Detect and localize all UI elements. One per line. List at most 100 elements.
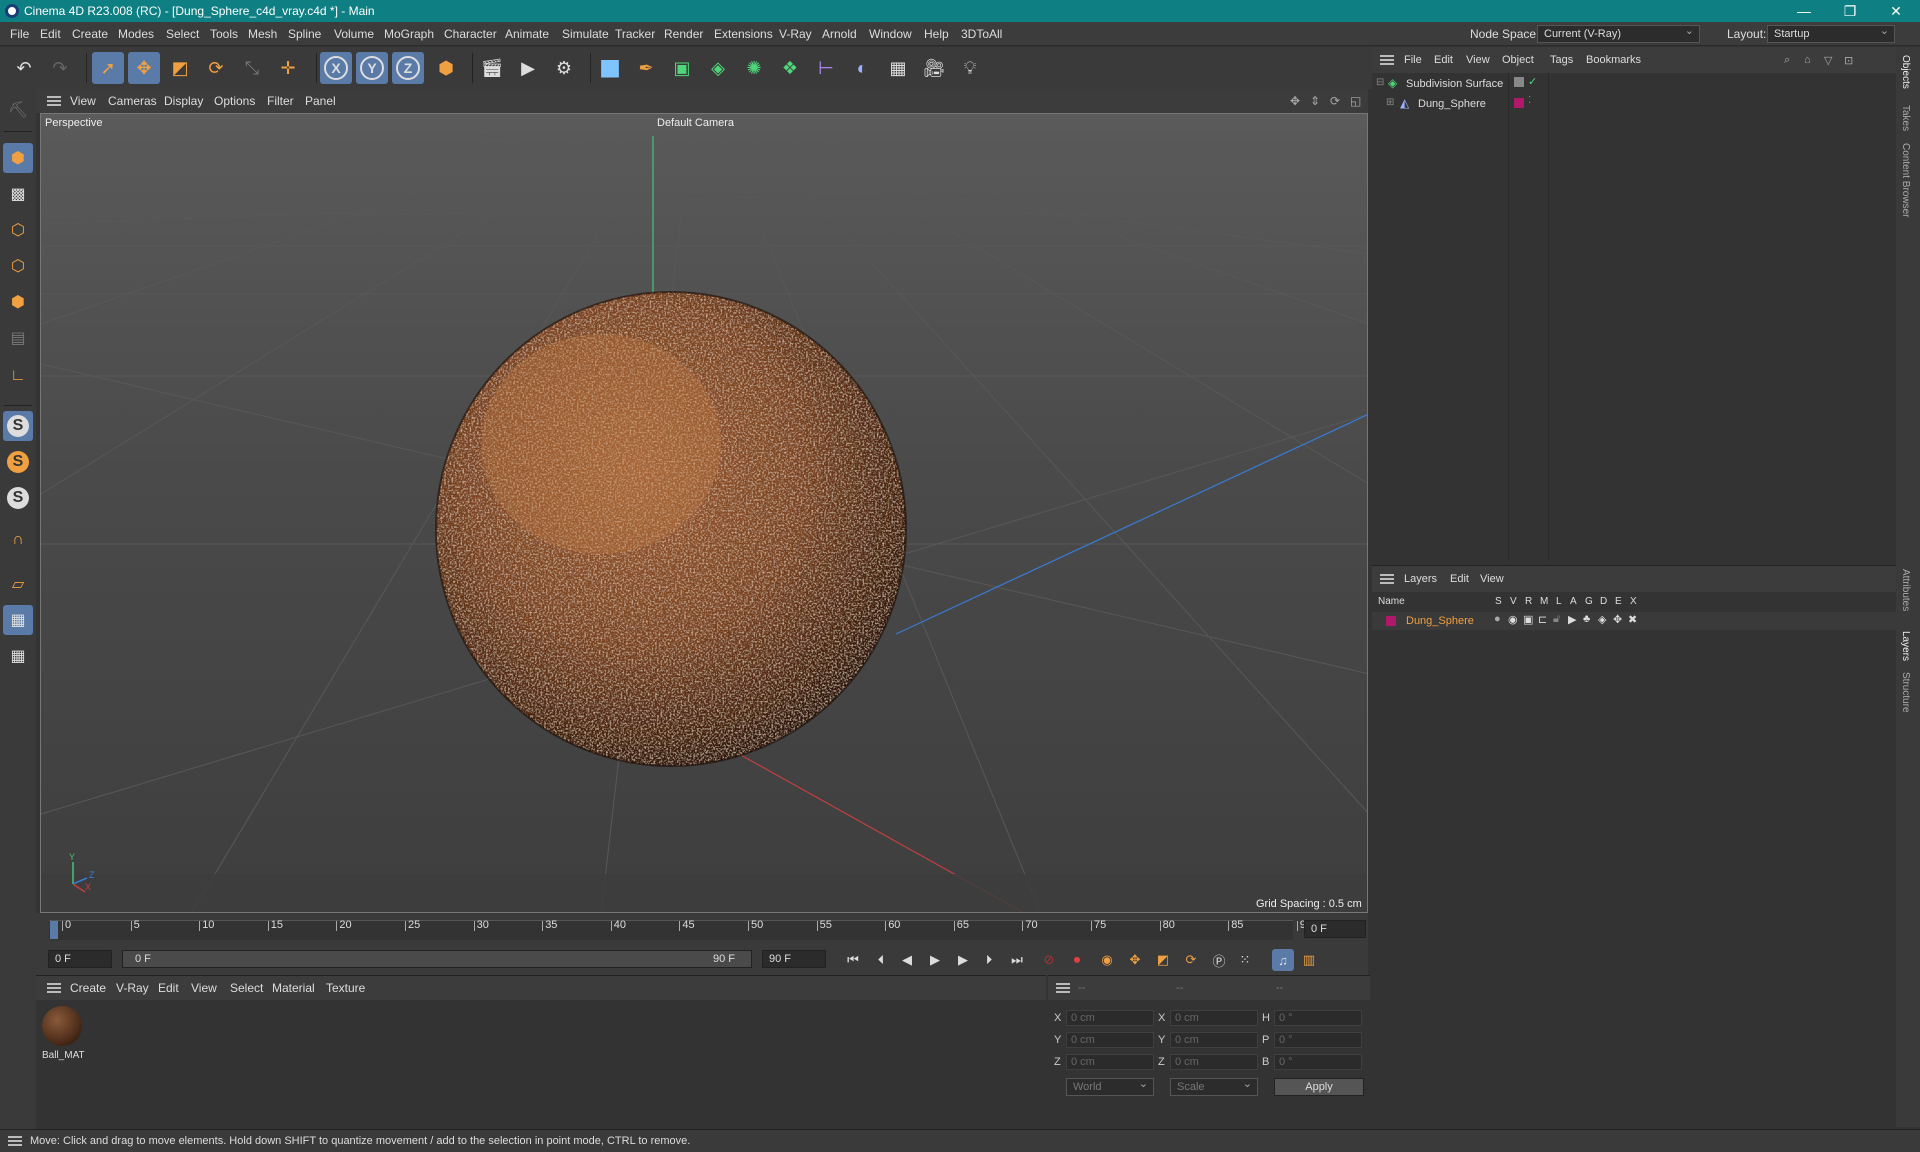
layer-name[interactable]: Dung_Sphere xyxy=(1406,615,1474,627)
uv-mode-button[interactable]: ▤ xyxy=(3,323,33,353)
layer-eye-icon[interactable]: ◉ xyxy=(1508,613,1518,626)
layer-menu-layers[interactable]: Layers xyxy=(1404,573,1437,585)
menu-mesh[interactable]: Mesh xyxy=(248,27,277,41)
viewport-dolly-icon[interactable]: ⇕ xyxy=(1310,94,1320,108)
layer-generator-icon[interactable]: ♣ xyxy=(1583,613,1590,625)
object-menu-tags[interactable]: Tags xyxy=(1550,54,1573,66)
snap-enable-button[interactable]: S xyxy=(3,411,33,441)
size-x-field[interactable]: 0 cm xyxy=(1170,1010,1258,1026)
camera-name[interactable]: Default Camera xyxy=(657,117,734,129)
size-z-field[interactable]: 0 cm xyxy=(1170,1054,1258,1070)
minimize-button[interactable]: — xyxy=(1784,1,1824,21)
enabled-check-icon[interactable]: ✓ xyxy=(1528,75,1537,88)
layer-solo-icon[interactable]: ● xyxy=(1494,613,1501,625)
restore-button[interactable]: ❐ xyxy=(1830,1,1870,21)
add-cube-button[interactable]: ⬛︎ xyxy=(594,52,626,84)
material-swatch-ball-mat[interactable] xyxy=(42,1006,82,1046)
object-menu-icon[interactable] xyxy=(1380,55,1394,65)
lock-z-axis-button[interactable]: Z xyxy=(392,52,424,84)
material-menu-material[interactable]: Material xyxy=(272,981,315,995)
tab-attributes[interactable]: Attributes xyxy=(1900,569,1911,611)
menu-modes[interactable]: Modes xyxy=(118,27,154,41)
menu-simulate[interactable]: Simulate xyxy=(562,27,609,41)
viewport-rotate-icon[interactable]: ⟳ xyxy=(1330,94,1340,108)
tab-structure[interactable]: Structure xyxy=(1900,672,1911,713)
tab-content-browser[interactable]: Content Browser xyxy=(1900,143,1911,217)
add-floor-button[interactable]: ▦ xyxy=(882,52,914,84)
workplane-button[interactable]: ▱ xyxy=(3,569,33,599)
dung-sphere-object[interactable] xyxy=(435,291,907,767)
layer-expression-icon[interactable]: ✥ xyxy=(1613,613,1622,626)
home-icon[interactable]: ⌂ xyxy=(1804,54,1811,66)
material-menu-texture[interactable]: Texture xyxy=(326,981,365,995)
viewport-menu-cameras[interactable]: Cameras xyxy=(108,94,157,108)
timeline-window-button[interactable]: ▥ xyxy=(1298,949,1320,971)
prev-frame-button[interactable]: ◀ xyxy=(896,949,918,971)
layer-deformer-icon[interactable]: ◈ xyxy=(1598,613,1606,626)
timeline-ruler[interactable]: 051015202530354045505560657075808590 0 F xyxy=(36,913,1368,945)
layer-manager-icon[interactable]: ⊏ xyxy=(1538,613,1547,626)
edges-mode-button[interactable]: ⬡ xyxy=(3,251,33,281)
viewport-menu-panel[interactable]: Panel xyxy=(305,94,336,108)
current-frame-field[interactable]: 0 F xyxy=(1304,920,1366,938)
scale-tool-button[interactable]: ◩ xyxy=(164,52,196,84)
material-menu-edit[interactable]: Edit xyxy=(158,981,179,995)
key-position-button[interactable]: ✥ xyxy=(1124,949,1146,971)
material-menu-view[interactable]: View xyxy=(191,981,217,995)
render-settings-button[interactable]: ⚙ xyxy=(548,52,580,84)
layer-row-dung-sphere[interactable]: Dung_Sphere ● ◉ ▣ ⊏ 🔓︎ ▶ ♣ ◈ ✥ ✖ xyxy=(1372,612,1896,630)
pos-z-field[interactable]: 0 cm xyxy=(1066,1054,1154,1070)
add-camera-button[interactable]: 🎥︎ xyxy=(918,52,950,84)
layer-lock-icon[interactable]: 🔓︎ xyxy=(1553,613,1560,626)
magnet-tool-button[interactable]: ∩ xyxy=(3,525,33,555)
model-mode-button[interactable]: ⬢ xyxy=(3,143,33,173)
playhead[interactable] xyxy=(50,921,58,939)
menu-create[interactable]: Create xyxy=(72,27,108,41)
material-menu-create[interactable]: Create xyxy=(70,981,106,995)
add-subdivision-button[interactable]: ▣ xyxy=(666,52,698,84)
object-menu-object[interactable]: Object xyxy=(1502,54,1534,66)
end-frame-field[interactable]: 90 F xyxy=(762,950,826,968)
node-space-dropdown[interactable]: Current (V-Ray) xyxy=(1537,24,1700,43)
layer-animation-icon[interactable]: ▶ xyxy=(1568,613,1576,626)
goto-end-button[interactable]: ⏭ xyxy=(1006,949,1028,971)
object-menu-file[interactable]: File xyxy=(1404,54,1422,66)
render-picture-viewer-button[interactable]: ▶ xyxy=(512,52,544,84)
menu-animate[interactable]: Animate xyxy=(505,27,549,41)
object-row-subdivision[interactable]: ⊟ ◈ Subdivision Surface ✓ xyxy=(1372,75,1896,93)
size-y-field[interactable]: 0 cm xyxy=(1170,1032,1258,1048)
menu-3dtoall[interactable]: 3DToAll xyxy=(961,27,1002,41)
visibility-dots-icon[interactable]: ⁚ xyxy=(1528,95,1531,106)
world-axis-button[interactable]: ✛ xyxy=(272,52,304,84)
coord-mode-dropdown[interactable]: Scale xyxy=(1170,1077,1258,1096)
menu-select[interactable]: Select xyxy=(166,27,199,41)
render-view-button[interactable]: 🎬︎ xyxy=(476,52,508,84)
key-pla-button[interactable]: ⁙ xyxy=(1234,949,1256,971)
material-name[interactable]: Ball_MAT xyxy=(42,1050,85,1061)
menu-tools[interactable]: Tools xyxy=(210,27,238,41)
filter-icon[interactable]: ▽ xyxy=(1824,54,1832,67)
key-rotation-button[interactable]: ⟳ xyxy=(1180,949,1202,971)
coordinate-system-button[interactable]: ⬢ xyxy=(430,52,462,84)
object-menu-edit[interactable]: Edit xyxy=(1434,54,1453,66)
material-menu-icon[interactable] xyxy=(47,983,61,993)
tab-takes[interactable]: Takes xyxy=(1900,105,1911,131)
axis-mode-button[interactable]: ∟ xyxy=(3,361,33,391)
prev-key-button[interactable]: ⏴ xyxy=(870,949,892,971)
viewport-pan-icon[interactable]: ✥ xyxy=(1290,94,1300,108)
goto-start-button[interactable]: ⏮ xyxy=(842,949,864,971)
locked-workplane-button[interactable]: ▦ xyxy=(3,641,33,671)
menu-edit[interactable]: Edit xyxy=(40,27,61,41)
expand-icon[interactable]: ⊞ xyxy=(1386,97,1394,108)
material-menu-select[interactable]: Select xyxy=(230,981,263,995)
object-row-dung-sphere[interactable]: ⊞ ◭ Dung_Sphere ⁚ xyxy=(1372,95,1896,113)
viewport-menu-display[interactable]: Display xyxy=(164,94,203,108)
layer-color-swatch[interactable] xyxy=(1386,616,1396,626)
viewport-menu-view[interactable]: View xyxy=(70,94,96,108)
coordinates-menu-icon[interactable] xyxy=(1056,983,1070,993)
viewport-maximize-icon[interactable]: ◱ xyxy=(1350,94,1361,108)
add-extrude-button[interactable]: ◈ xyxy=(702,52,734,84)
close-button[interactable]: ✕ xyxy=(1876,1,1916,21)
next-key-button[interactable]: ⏵ xyxy=(978,949,1000,971)
recent-tools-button[interactable]: ⤡ xyxy=(236,52,268,84)
